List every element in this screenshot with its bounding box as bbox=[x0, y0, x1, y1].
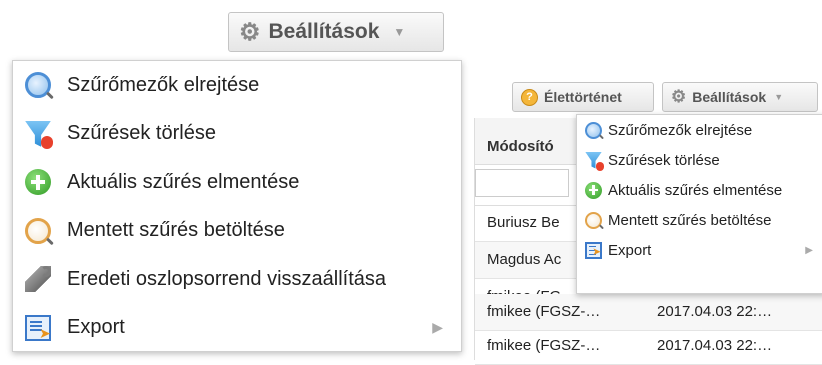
settings-dropdown-menu-large: Szűrőmezők elrejtése Szűrések törlése Ak… bbox=[12, 60, 462, 352]
submenu-arrow-icon: ▶ bbox=[805, 244, 813, 256]
table-row[interactable]: fmikee (FGSZ-… 2017.04.03 22:… bbox=[475, 294, 822, 331]
menu-item-label: Szűrések törlése bbox=[67, 122, 216, 145]
menu-item-reset-columns[interactable]: Eredeti oszlopsorrend visszaállítása bbox=[13, 255, 461, 304]
history-button[interactable]: ? Élettörténet bbox=[512, 82, 654, 112]
history-button-label: Élettörténet bbox=[544, 89, 622, 105]
menu-item-clear-filters[interactable]: Szűrések törlése bbox=[577, 145, 822, 175]
cell-modifier: Magdus Ac bbox=[487, 251, 562, 268]
filter-input-modifier[interactable] bbox=[475, 169, 569, 197]
menu-item-label: Export bbox=[608, 241, 652, 259]
menu-item-label: Szűrőmezők elrejtése bbox=[67, 73, 260, 96]
gear-icon: ⚙ bbox=[239, 18, 261, 46]
menu-item-label: Mentett szűrés betöltése bbox=[608, 211, 772, 229]
menu-item-clear-filters[interactable]: Szűrések törlése bbox=[13, 110, 461, 159]
menu-item-hide-filters[interactable]: Szűrőmezők elrejtése bbox=[13, 61, 461, 110]
column-header-modifier[interactable]: Módosító bbox=[487, 138, 554, 155]
cell-date: 2017.04.03 22:… bbox=[657, 337, 773, 354]
cell-modifier: fmikee (FGSZ-… bbox=[487, 337, 601, 354]
export-icon bbox=[25, 314, 51, 342]
chevron-down-icon: ▼ bbox=[774, 92, 784, 102]
menu-item-save-filter[interactable]: Aktuális szűrés elmentése bbox=[13, 158, 461, 207]
menu-item-load-filter[interactable]: Mentett szűrés betöltése bbox=[577, 205, 822, 235]
menu-item-export[interactable]: Export ▶ bbox=[577, 235, 822, 265]
settings-button-large[interactable]: ⚙ Beállítások ▼ bbox=[228, 12, 444, 52]
magnifier-icon bbox=[585, 121, 602, 139]
export-icon bbox=[585, 241, 602, 259]
menu-item-label: Eredeti oszlopsorrend visszaállítása bbox=[67, 267, 387, 290]
menu-item-label: Mentett szűrés betöltése bbox=[67, 219, 285, 242]
menu-item-load-filter[interactable]: Mentett szűrés betöltése bbox=[13, 207, 461, 256]
menu-item-hide-filters[interactable]: Szűrőmezők elrejtése bbox=[577, 115, 822, 145]
filter-clear-icon bbox=[25, 120, 53, 149]
wrench-icon bbox=[25, 266, 51, 293]
settings-button-label: Beállítások bbox=[692, 89, 767, 105]
menu-item-label: Szűrőmezők elrejtése bbox=[608, 121, 753, 139]
filter-clear-icon bbox=[585, 151, 604, 171]
gear-icon: ⚙ bbox=[671, 87, 687, 106]
menu-item-label: Aktuális szűrés elmentése bbox=[608, 181, 783, 199]
chevron-down-icon: ▼ bbox=[393, 25, 406, 39]
cell-modifier: Buriusz Be bbox=[487, 214, 560, 231]
settings-dropdown-menu-small: Szűrőmezők elrejtése Szűrések törlése Ak… bbox=[576, 114, 822, 294]
cell-modifier: fmikee (FGSZ-… bbox=[487, 303, 601, 320]
magnifier-icon bbox=[25, 72, 51, 99]
menu-item-label: Aktuális szűrés elmentése bbox=[67, 170, 300, 193]
menu-item-export[interactable]: Export ▶ bbox=[13, 304, 461, 353]
add-circle-icon bbox=[585, 181, 602, 199]
menu-item-save-filter[interactable]: Aktuális szűrés elmentése bbox=[577, 175, 822, 205]
magnifier-orange-icon bbox=[585, 211, 602, 229]
table-row[interactable]: fmikee (FGSZ-… 2017.04.03 22:… bbox=[475, 328, 822, 365]
submenu-arrow-icon: ▶ bbox=[432, 319, 443, 336]
menu-item-label: Export bbox=[67, 316, 125, 339]
cell-date: 2017.04.03 22:… bbox=[657, 303, 773, 320]
settings-button-label: Beállítások bbox=[268, 20, 380, 43]
magnifier-orange-icon bbox=[25, 217, 51, 244]
menu-item-label: Szűrések törlése bbox=[608, 151, 720, 169]
history-icon: ? bbox=[521, 88, 538, 106]
settings-button-small[interactable]: ⚙ Beállítások ▼ bbox=[662, 82, 818, 112]
add-circle-icon bbox=[25, 169, 51, 196]
